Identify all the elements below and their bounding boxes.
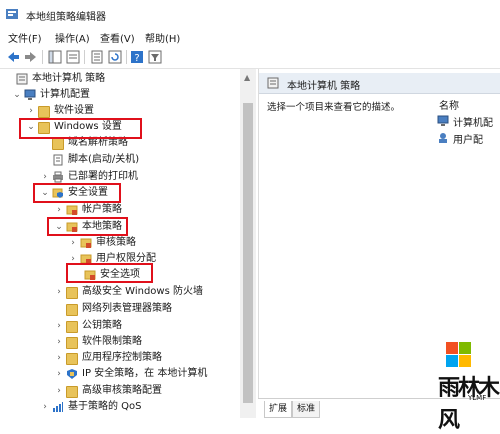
ip-security-icon bbox=[67, 369, 77, 379]
details-title: 本地计算机 策略 bbox=[287, 81, 361, 92]
tree-item-label: 审核策略 bbox=[96, 237, 136, 248]
tree-item-label: 计算机配置 bbox=[40, 89, 90, 100]
tree-item-label: 脚本(启动/关机) bbox=[68, 154, 140, 165]
folder-icon bbox=[52, 138, 64, 150]
policy-folder-icon bbox=[66, 205, 78, 215]
menu-action[interactable]: 操作(A) bbox=[55, 30, 90, 45]
toolbar-separator bbox=[126, 50, 127, 64]
user-config-icon bbox=[439, 133, 447, 143]
tree-item-label: 帐户策略 bbox=[82, 204, 122, 215]
tab-standard[interactable]: 标准 bbox=[292, 401, 321, 418]
policy-scroll-icon bbox=[267, 77, 279, 89]
expand-toggle[interactable]: › bbox=[54, 334, 64, 350]
policy-scroll-icon bbox=[16, 73, 28, 85]
scroll-up-arrow-icon[interactable]: ▲ bbox=[244, 73, 250, 82]
windows-logo-icon bbox=[446, 342, 472, 368]
computer-icon bbox=[24, 89, 36, 100]
highlight-local-policies bbox=[47, 217, 128, 236]
folder-icon bbox=[66, 287, 78, 299]
highlight-security-settings bbox=[33, 183, 121, 203]
watermark: 雨林木风 YLMF bbox=[438, 342, 500, 433]
expand-toggle[interactable] bbox=[54, 301, 64, 317]
tree-item-label: 软件设置 bbox=[54, 105, 94, 116]
folder-icon bbox=[66, 321, 78, 333]
properties-icon[interactable] bbox=[66, 50, 80, 64]
forward-arrow-icon[interactable] bbox=[24, 50, 38, 64]
expand-toggle[interactable]: › bbox=[54, 383, 64, 399]
tree-item-label: 应用程序控制策略 bbox=[82, 352, 162, 363]
list-item-label: 用户配 bbox=[453, 135, 483, 146]
computer-config-icon bbox=[437, 115, 449, 126]
expand-toggle[interactable]: ⌄ bbox=[12, 87, 22, 103]
refresh-icon[interactable] bbox=[108, 50, 122, 64]
expand-toggle[interactable]: › bbox=[26, 103, 36, 119]
expand-toggle[interactable]: › bbox=[54, 350, 64, 366]
back-arrow-icon[interactable] bbox=[6, 50, 20, 64]
highlight-windows-settings bbox=[19, 118, 142, 139]
help-icon[interactable]: ? bbox=[130, 50, 144, 64]
tree-item-label: 本地计算机 策略 bbox=[32, 73, 106, 84]
menu-bar: 文件(F) 操作(A) 查看(V) 帮助(H) bbox=[0, 28, 500, 46]
toolbar-separator bbox=[84, 50, 85, 64]
tree-item-label: 网络列表管理器策略 bbox=[82, 303, 172, 314]
title-bar: 本地组策略编辑器 bbox=[0, 0, 500, 28]
export-list-icon[interactable] bbox=[90, 50, 104, 64]
list-item-label: 计算机配 bbox=[453, 118, 493, 129]
qos-chart-icon bbox=[53, 402, 63, 412]
expand-toggle[interactable]: › bbox=[40, 399, 50, 415]
expand-toggle[interactable]: › bbox=[54, 284, 64, 300]
watermark-text: 雨林木风 bbox=[438, 375, 500, 433]
tree-scrollbar[interactable]: ▲ bbox=[240, 69, 256, 418]
tab-extended[interactable]: 扩展 bbox=[264, 401, 293, 418]
folder-icon bbox=[66, 353, 78, 365]
filter-options-icon[interactable] bbox=[148, 50, 162, 64]
highlight-security-options bbox=[66, 263, 153, 283]
expand-toggle[interactable] bbox=[40, 152, 50, 168]
tree-item-label: 软件限制策略 bbox=[82, 336, 142, 347]
folder-icon bbox=[38, 106, 50, 118]
expand-toggle[interactable]: › bbox=[54, 366, 64, 382]
column-header-name[interactable]: 名称 bbox=[439, 97, 459, 112]
scrollbar-thumb[interactable] bbox=[243, 103, 253, 403]
expand-toggle[interactable]: › bbox=[54, 318, 64, 334]
menu-help[interactable]: 帮助(H) bbox=[145, 30, 180, 45]
tree-item-label: 高级安全 Windows 防火墙 bbox=[82, 286, 203, 297]
show-hide-tree-icon[interactable] bbox=[48, 50, 62, 64]
folder-icon bbox=[66, 304, 78, 316]
tree-item-label: IP 安全策略，在 本地计算机 bbox=[82, 368, 208, 379]
printer-icon bbox=[53, 171, 63, 183]
menu-view[interactable]: 查看(V) bbox=[100, 30, 135, 45]
menu-file[interactable]: 文件(F) bbox=[8, 30, 42, 45]
policy-folder-icon bbox=[80, 238, 92, 248]
watermark-subtext: YLMF bbox=[468, 394, 487, 402]
details-header: 本地计算机 策略 bbox=[259, 73, 500, 94]
folder-icon bbox=[66, 337, 78, 349]
expand-toggle[interactable] bbox=[4, 71, 14, 87]
details-description: 选择一个项目来查看它的描述。 bbox=[267, 102, 401, 113]
expand-toggle[interactable]: › bbox=[68, 235, 78, 251]
expand-toggle[interactable]: › bbox=[54, 202, 64, 218]
tree-item-label: 高级审核策略配置 bbox=[82, 385, 162, 396]
group-policy-app-icon bbox=[6, 9, 18, 19]
toolbar-separator bbox=[42, 50, 43, 64]
tree-item-label: 公钥策略 bbox=[82, 320, 122, 331]
svg-text:?: ? bbox=[134, 53, 139, 64]
window-title: 本地组策略编辑器 bbox=[26, 12, 106, 23]
tree-item-label: 基于策略的 QoS bbox=[68, 401, 142, 412]
toolbar: ? bbox=[0, 46, 500, 69]
folder-icon bbox=[66, 386, 78, 398]
script-document-icon bbox=[53, 154, 63, 166]
